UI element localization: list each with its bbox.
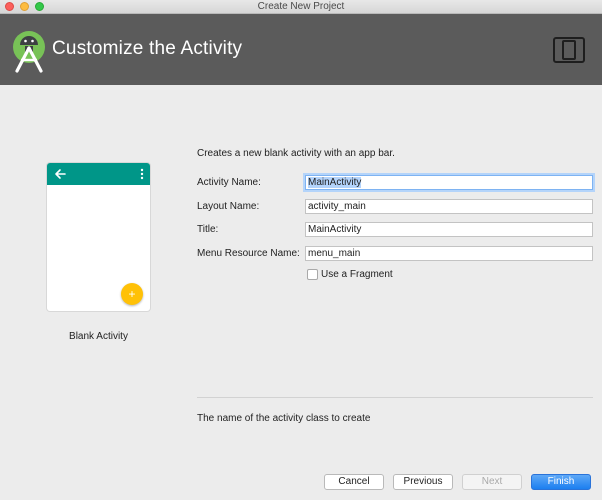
preview-app-bar (47, 163, 150, 185)
menu-resource-name-value: menu_main (308, 248, 361, 259)
preview-fab-icon: + (121, 283, 143, 305)
window-title: Create New Project (257, 1, 345, 12)
previous-button[interactable]: Previous (393, 474, 453, 490)
title-label: Title: (197, 224, 219, 235)
next-button[interactable]: Next (462, 474, 522, 490)
wizard-header: Customize the Activity (0, 14, 602, 85)
menu-resource-name-label: Menu Resource Name: (197, 248, 300, 259)
page-title: Customize the Activity (52, 38, 243, 59)
overflow-menu-icon (140, 168, 144, 180)
activity-name-label: Activity Name: (197, 177, 261, 188)
field-hint: The name of the activity class to create (197, 413, 371, 424)
layout-name-value: activity_main (308, 201, 366, 212)
activity-name-input[interactable]: MainActivity (305, 175, 593, 190)
use-fragment-checkbox[interactable] (307, 269, 318, 280)
finish-button[interactable]: Finish (531, 474, 591, 490)
android-studio-icon (13, 31, 45, 73)
cancel-button[interactable]: Cancel (324, 474, 384, 490)
menu-resource-name-input[interactable]: menu_main (305, 246, 593, 261)
hint-divider (197, 397, 593, 398)
window-titlebar: Create New Project (0, 0, 602, 14)
form-description: Creates a new blank activity with an app… (197, 148, 395, 159)
template-preview: + (47, 163, 150, 311)
title-input[interactable]: MainActivity (305, 222, 593, 237)
layout-name-input[interactable]: activity_main (305, 199, 593, 214)
layout-name-label: Layout Name: (197, 201, 260, 212)
title-value: MainActivity (308, 224, 362, 235)
use-fragment-label: Use a Fragment (321, 269, 393, 280)
template-label: Blank Activity (69, 331, 128, 342)
arrow-left-icon (55, 169, 66, 179)
activity-name-value: MainActivity (308, 177, 362, 188)
phone-tablet-icon (553, 37, 585, 63)
